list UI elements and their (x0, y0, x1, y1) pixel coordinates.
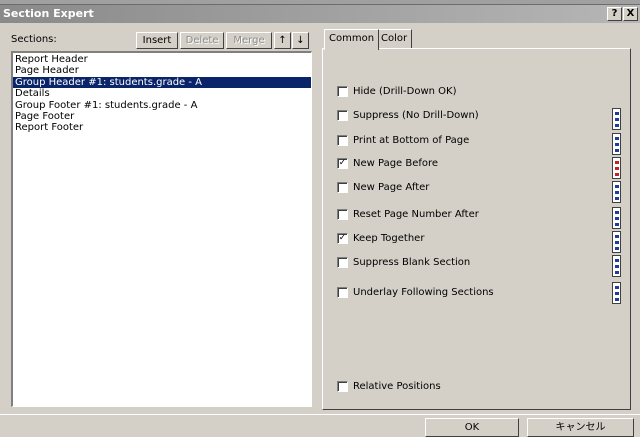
sections-label: Sections: (11, 34, 57, 45)
section-item-report-footer[interactable]: Report Footer (13, 122, 311, 133)
suppress-label: Suppress (No Drill-Down) (353, 110, 479, 121)
reset-page-formula-icon[interactable] (612, 207, 621, 229)
tab-common[interactable]: Common (324, 29, 380, 50)
underlay-formula-icon[interactable] (612, 282, 621, 304)
new-page-before-formula-icon[interactable] (612, 157, 621, 179)
window-title: Section Expert (3, 7, 94, 20)
title-bar: Section Expert (0, 5, 640, 23)
common-tab-panel (322, 48, 631, 410)
ok-button[interactable]: OK (425, 418, 519, 437)
move-up-button[interactable]: ↑ (274, 32, 291, 49)
option-suppress[interactable]: Suppress (No Drill-Down) (337, 110, 479, 123)
underlay-checkbox[interactable] (337, 287, 348, 298)
relative-positions-checkbox[interactable] (337, 381, 348, 392)
cancel-button[interactable]: キャンセル (527, 418, 634, 437)
option-new-page-after[interactable]: New Page After (337, 182, 429, 195)
option-new-page-before[interactable]: ✓ New Page Before (337, 158, 438, 171)
new-page-after-checkbox[interactable] (337, 182, 348, 193)
insert-button[interactable]: Insert (136, 32, 178, 49)
merge-button[interactable]: Merge (226, 32, 272, 49)
suppress-formula-icon[interactable] (612, 108, 621, 130)
reset-page-number-checkbox[interactable] (337, 209, 348, 220)
section-item-page-footer[interactable]: Page Footer (13, 111, 311, 122)
suppress-blank-label: Suppress Blank Section (353, 257, 471, 268)
keep-together-checkbox[interactable]: ✓ (337, 233, 348, 244)
new-page-before-label: New Page Before (353, 158, 439, 169)
section-item-details[interactable]: Details (13, 88, 311, 99)
sections-list[interactable]: Report Header Page Header Group Header #… (11, 51, 312, 407)
underlay-label: Underlay Following Sections (353, 287, 494, 298)
section-item-report-header[interactable]: Report Header (13, 54, 311, 65)
cancel-button-label: キャンセル (555, 422, 606, 433)
keep-together-formula-icon[interactable] (612, 231, 621, 253)
delete-button-label: Delete (185, 35, 219, 46)
section-item-page-header[interactable]: Page Header (13, 65, 311, 76)
option-keep-together[interactable]: ✓ Keep Together (337, 233, 424, 246)
option-reset-page-number[interactable]: Reset Page Number After (337, 209, 479, 222)
move-down-button[interactable]: ↓ (292, 32, 309, 49)
option-underlay[interactable]: Underlay Following Sections (337, 287, 494, 300)
option-relative-positions[interactable]: Relative Positions (337, 381, 441, 394)
ok-button-label: OK (464, 422, 480, 433)
relative-positions-label: Relative Positions (353, 381, 441, 392)
delete-button[interactable]: Delete (180, 32, 224, 49)
new-page-before-checkbox[interactable]: ✓ (337, 158, 348, 169)
arrow-up-icon: ↑ (278, 35, 287, 46)
option-print-at-bottom[interactable]: Print at Bottom of Page (337, 135, 469, 148)
print-bottom-formula-icon[interactable] (612, 133, 621, 155)
section-item-group-footer[interactable]: Group Footer #1: students.grade - A (13, 100, 311, 111)
tab-color[interactable]: Color (376, 29, 413, 49)
print-at-bottom-checkbox[interactable] (337, 135, 348, 146)
merge-button-label: Merge (233, 35, 265, 46)
suppress-blank-checkbox[interactable] (337, 257, 348, 268)
suppress-blank-formula-icon[interactable] (612, 255, 621, 277)
close-button[interactable]: X (623, 7, 638, 21)
hide-label: Hide (Drill-Down OK) (353, 86, 457, 97)
new-page-after-formula-icon[interactable] (612, 181, 621, 203)
section-item-group-header[interactable]: Group Header #1: students.grade - A (13, 76, 311, 89)
help-button[interactable]: ? (607, 7, 622, 21)
footer-separator (0, 414, 640, 415)
hide-checkbox[interactable] (337, 86, 348, 97)
new-page-after-label: New Page After (353, 182, 430, 193)
option-hide[interactable]: Hide (Drill-Down OK) (337, 86, 456, 99)
option-suppress-blank[interactable]: Suppress Blank Section (337, 257, 470, 270)
arrow-down-icon: ↓ (296, 35, 305, 46)
insert-button-label: Insert (142, 35, 172, 46)
print-at-bottom-label: Print at Bottom of Page (353, 135, 470, 146)
reset-page-number-label: Reset Page Number After (353, 209, 479, 220)
keep-together-label: Keep Together (353, 233, 425, 244)
suppress-checkbox[interactable] (337, 110, 348, 121)
